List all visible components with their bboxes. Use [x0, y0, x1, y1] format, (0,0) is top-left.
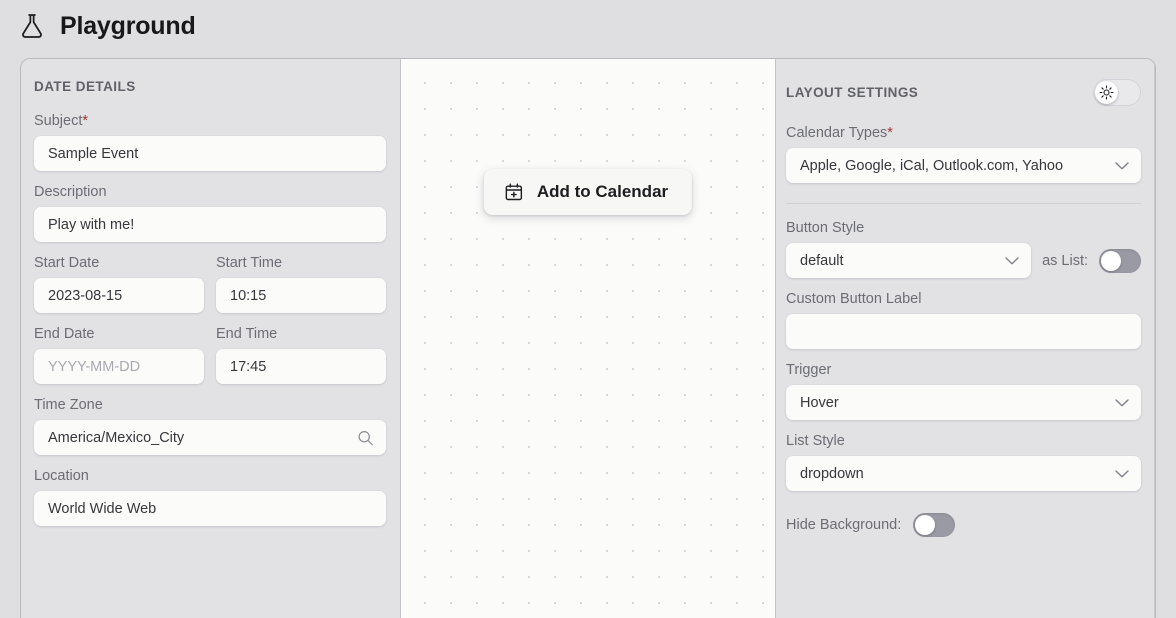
as-list-toggle-knob	[1101, 250, 1121, 271]
as-list-label: as List:	[1042, 252, 1088, 269]
start-date-label: Start Date	[34, 255, 100, 271]
list-style-value: dropdown	[800, 465, 864, 482]
list-style-label: List Style	[786, 433, 845, 449]
field-start-time: Start Time	[216, 255, 386, 313]
field-description: Description	[34, 184, 386, 242]
hide-background-row: Hide Background:	[786, 513, 1141, 537]
calendar-types-label-text: Calendar Types	[786, 125, 888, 141]
calendar-types-value: Apple, Google, iCal, Outlook.com, Yahoo	[800, 157, 1064, 174]
subject-input[interactable]	[34, 136, 386, 171]
time-zone-control	[34, 420, 386, 455]
description-input[interactable]	[34, 207, 386, 242]
as-list-toggle[interactable]	[1099, 248, 1141, 273]
field-custom-button-label: Custom Button Label	[786, 291, 1141, 349]
description-label: Description	[34, 184, 107, 200]
calendar-types-required-marker: *	[887, 125, 893, 141]
end-date-label: End Date	[34, 326, 95, 342]
layout-settings-header: LAYOUT SETTINGS	[786, 79, 1141, 106]
button-style-control: default	[786, 243, 1032, 278]
start-time-label: Start Time	[216, 255, 283, 271]
layout-settings-heading: LAYOUT SETTINGS	[786, 85, 919, 100]
subject-required-marker: *	[82, 113, 89, 129]
layout-settings-panel: LAYOUT SETTINGS Calendar Types* Apple, G…	[775, 59, 1155, 618]
time-zone-label: Time Zone	[34, 397, 103, 413]
calendar-types-control: Apple, Google, iCal, Outlook.com, Yahoo	[786, 148, 1141, 183]
field-button-style: Button Style default as List:	[786, 220, 1141, 278]
start-row: Start Date Start Time	[34, 255, 386, 326]
app-header: Playground	[0, 0, 1176, 52]
subject-label: Subject*	[34, 113, 386, 129]
preview-canvas: Add to Calendar	[401, 59, 775, 618]
calendar-types-label: Calendar Types*	[786, 125, 1141, 141]
date-details-heading: DATE DETAILS	[34, 79, 136, 94]
button-style-label: Button Style	[786, 220, 865, 236]
subject-label-text: Subject	[34, 113, 83, 129]
start-time-input[interactable]	[216, 278, 386, 313]
page-title: Playground	[60, 11, 196, 40]
playground-card: DATE DETAILS Subject* Description Start …	[20, 58, 1156, 618]
custom-button-label-input[interactable]	[786, 314, 1141, 349]
field-trigger: Trigger Hover	[786, 362, 1141, 420]
trigger-label: Trigger	[786, 362, 832, 378]
start-date-input[interactable]	[34, 278, 204, 313]
field-time-zone: Time Zone	[34, 397, 386, 455]
trigger-value: Hover	[800, 394, 839, 411]
field-location: Location	[34, 468, 386, 526]
end-row: End Date End Time	[34, 326, 386, 397]
time-zone-input[interactable]	[34, 420, 386, 455]
field-start-date: Start Date	[34, 255, 204, 313]
date-details-panel: DATE DETAILS Subject* Description Start …	[21, 59, 401, 618]
flask-icon	[22, 14, 42, 38]
panel-edge-line	[1154, 59, 1155, 618]
sun-icon	[1099, 85, 1114, 100]
list-style-select[interactable]: dropdown	[786, 456, 1141, 491]
field-end-time: End Time	[216, 326, 386, 384]
end-time-label: End Time	[216, 326, 278, 342]
location-label: Location	[34, 468, 89, 484]
field-end-date: End Date	[34, 326, 204, 384]
location-input[interactable]	[34, 491, 386, 526]
light-mode-toggle-knob	[1095, 81, 1118, 104]
field-subject: Subject*	[34, 113, 386, 171]
hide-background-toggle-knob	[915, 515, 936, 535]
calendar-plus-icon	[505, 183, 523, 201]
light-mode-toggle[interactable]	[1093, 79, 1141, 106]
end-date-input[interactable]	[34, 349, 204, 384]
calendar-types-select[interactable]: Apple, Google, iCal, Outlook.com, Yahoo	[786, 148, 1141, 183]
button-style-select[interactable]: default	[786, 243, 1032, 278]
field-calendar-types: Calendar Types* Apple, Google, iCal, Out…	[786, 125, 1141, 183]
custom-button-label-label: Custom Button Label	[786, 291, 922, 307]
trigger-control: Hover	[786, 385, 1141, 420]
list-style-control: dropdown	[786, 456, 1141, 491]
hide-background-toggle[interactable]	[913, 513, 956, 537]
end-time-input[interactable]	[216, 349, 386, 384]
button-style-value: default	[800, 252, 844, 269]
add-to-calendar-button[interactable]: Add to Calendar	[483, 169, 693, 215]
add-to-calendar-label: Add to Calendar	[536, 182, 669, 201]
button-style-row: default as List:	[786, 243, 1141, 278]
trigger-select[interactable]: Hover	[786, 385, 1141, 420]
settings-divider	[786, 203, 1141, 204]
field-list-style: List Style dropdown	[786, 433, 1141, 491]
hide-background-label: Hide Background:	[786, 517, 902, 533]
